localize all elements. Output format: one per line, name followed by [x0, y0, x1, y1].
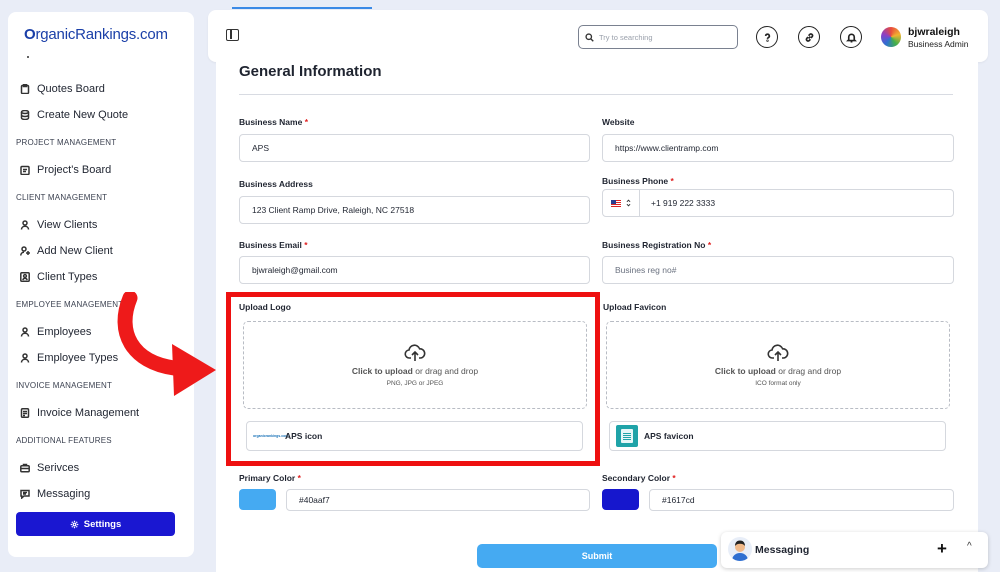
clipboard-icon	[20, 84, 30, 94]
sidebar-item-label: Client Types	[37, 271, 98, 283]
user-icon	[20, 220, 30, 230]
sidebar-item-label: View Clients	[37, 219, 98, 231]
sidebar-item-client-types[interactable]: Client Types	[20, 271, 97, 283]
sidebar-item-label: Serivces	[37, 462, 80, 474]
invoice-icon	[20, 408, 30, 418]
business-name-field[interactable]: APS	[239, 134, 590, 162]
business-email-label: Business Email *	[239, 240, 308, 250]
bell-icon	[845, 33, 857, 42]
brand-name: OrganicRankings.com	[24, 26, 168, 43]
primary-color-swatch[interactable]	[239, 489, 276, 510]
registration-no-label: Business Registration No *	[602, 240, 712, 250]
messaging-title: Messaging	[755, 544, 810, 556]
business-name-label: Business Name *	[239, 117, 308, 127]
sidebar-toggle-icon[interactable]	[226, 29, 239, 41]
scroll-indicator-dot	[27, 56, 29, 58]
user-plus-icon	[20, 246, 30, 256]
sidebar-item-view-clients[interactable]: View Clients	[20, 219, 97, 231]
question-icon	[764, 32, 770, 42]
section-client-management: CLIENT MANAGEMENT	[16, 193, 108, 202]
business-address-field[interactable]: 123 Client Ramp Drive, Raleigh, NC 27518	[239, 196, 590, 224]
submit-button[interactable]: Submit	[477, 544, 717, 568]
sidebar-item-label: Invoice Management	[37, 407, 140, 419]
upload-instructions: Click to upload or drag and drop	[714, 366, 842, 376]
gear-icon	[70, 520, 79, 528]
brand-logo[interactable]: OrganicRankings.com	[24, 26, 168, 43]
sidebar-item-messaging[interactable]: Messaging	[20, 488, 90, 500]
notifications-button[interactable]	[840, 26, 862, 48]
search-icon	[585, 32, 594, 42]
primary-color-label: Primary Color *	[239, 473, 301, 483]
sidebar-item-employee-types[interactable]: Employee Types	[20, 352, 118, 364]
user-name[interactable]: bjwraleigh	[908, 26, 960, 38]
sidebar-item-label: Messaging	[37, 488, 91, 500]
sidebar-item-quotes-board[interactable]: Quotes Board	[20, 83, 105, 95]
calendar-icon	[20, 165, 30, 175]
user-icon	[20, 327, 30, 337]
section-project-management: PROJECT MANAGEMENT	[16, 138, 117, 147]
favicon-file-item[interactable]: APS favicon	[609, 421, 946, 451]
upload-format-hint: ICO format only	[755, 380, 801, 387]
user-role: Business Admin	[908, 39, 969, 49]
settings-button[interactable]: Settings	[16, 512, 175, 536]
curved-arrow-icon	[117, 292, 216, 396]
upload-favicon-label: Upload Favicon	[603, 302, 667, 312]
sidebar-item-label: Employee Types	[37, 352, 119, 364]
briefcase-icon	[20, 463, 30, 473]
sidebar-item-employees[interactable]: Employees	[20, 326, 91, 338]
sidebar-item-label: Create New Quote	[37, 109, 129, 121]
highlight-box	[226, 292, 600, 466]
favicon-dropzone[interactable]: Click to upload or drag and drop ICO for…	[606, 321, 950, 409]
us-flag-icon	[611, 199, 621, 207]
business-phone-field: +1 919 222 3333	[602, 189, 954, 217]
link-icon	[805, 32, 813, 42]
messaging-widget[interactable]: Messaging + ^	[721, 532, 988, 568]
secondary-color-swatch[interactable]	[602, 489, 639, 510]
sidebar-item-create-new-quote[interactable]: Create New Quote	[20, 109, 128, 121]
user-icon	[20, 353, 30, 363]
user-square-icon	[20, 272, 30, 282]
message-icon	[20, 489, 30, 499]
website-label: Website	[602, 117, 635, 127]
sidebar-item-projects-board[interactable]: Project's Board	[20, 164, 111, 176]
user-avatar[interactable]	[881, 27, 901, 47]
cloud-upload-icon	[767, 344, 789, 361]
search-input[interactable]	[599, 32, 729, 42]
secondary-color-field[interactable]: #1617cd	[649, 489, 954, 511]
secondary-color-label: Secondary Color *	[602, 473, 676, 483]
sidebar-item-add-new-client[interactable]: Add New Client	[20, 245, 113, 257]
page-title: General Information	[239, 63, 382, 80]
database-icon	[20, 110, 30, 120]
section-employee-management: EMPLOYEE MANAGEMENT	[16, 300, 124, 309]
registration-no-field[interactable]: Busines reg no#	[602, 256, 954, 284]
business-phone-label: Business Phone *	[602, 176, 674, 186]
link-button[interactable]	[798, 26, 820, 48]
title-divider	[239, 94, 953, 95]
chevron-updown-icon	[626, 199, 631, 207]
sidebar-item-label: Quotes Board	[37, 83, 105, 95]
favicon-file-name: APS favicon	[644, 431, 694, 441]
sidebar-item-invoice-management[interactable]: Invoice Management	[20, 407, 139, 419]
phone-number-input[interactable]: +1 919 222 3333	[640, 198, 715, 208]
business-email-field[interactable]: bjwraleigh@gmail.com	[239, 256, 590, 284]
section-invoice-management: INVOICE MANAGEMENT	[16, 381, 113, 390]
search-box[interactable]	[578, 25, 738, 49]
settings-label: Settings	[83, 518, 122, 530]
help-button[interactable]	[756, 26, 778, 48]
sidebar-item-label: Employees	[37, 326, 92, 338]
country-code-select[interactable]	[603, 190, 640, 216]
website-field[interactable]: https://www.clientramp.com	[602, 134, 954, 162]
active-tab-indicator	[232, 7, 372, 9]
agent-avatar	[728, 537, 752, 561]
chevron-up-icon[interactable]: ^	[967, 541, 972, 552]
sidebar-item-label: Add New Client	[37, 245, 113, 257]
sidebar-item-services[interactable]: Serivces	[20, 462, 79, 474]
primary-color-field[interactable]: #40aaf7	[286, 489, 590, 511]
section-additional-features: ADDITIONAL FEATURES	[16, 436, 112, 445]
new-message-icon[interactable]: +	[937, 539, 947, 559]
sidebar-item-label: Project's Board	[37, 164, 112, 176]
business-address-label: Business Address	[239, 179, 313, 189]
top-header: bjwraleigh Business Admin	[208, 10, 988, 62]
document-icon	[616, 425, 638, 447]
